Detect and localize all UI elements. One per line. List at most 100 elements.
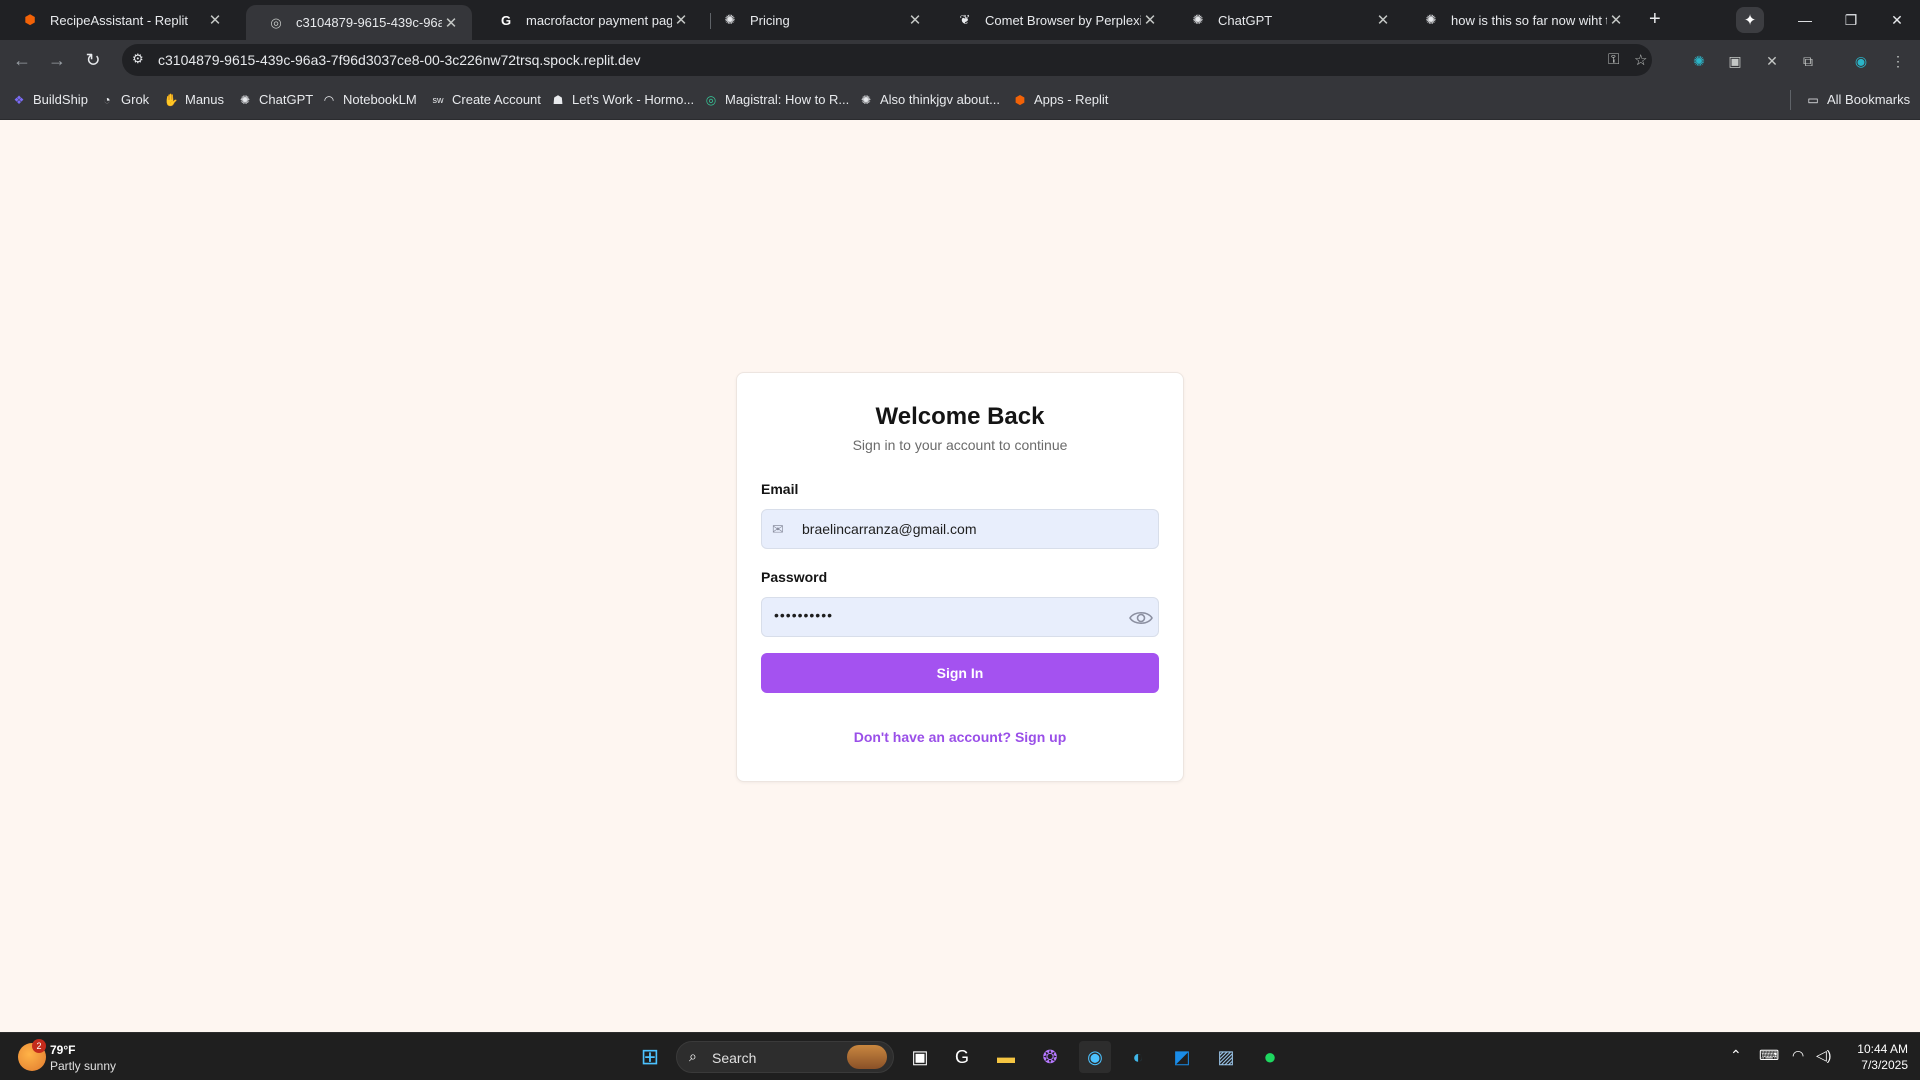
bookmark-create-account[interactable]: sw Create Account — [431, 92, 541, 107]
replit-icon: ⬢ — [24, 12, 36, 27]
bookmark-label: Let's Work - Hormo... — [572, 92, 695, 107]
tab-title: ChatGPT — [1218, 12, 1273, 28]
reload-icon[interactable]: ↻ — [81, 48, 105, 72]
edge-icon[interactable]: ◐ — [1122, 1041, 1154, 1073]
bookmark-manus[interactable]: ✋ Manus — [163, 92, 225, 107]
browser-toolbar: ← → ↻ ⚙ c3104879-9615-439c-96a3-7f96d303… — [0, 40, 1920, 80]
openai-icon: ✺ — [1425, 12, 1437, 27]
keyboard-icon[interactable]: ⌨ — [1759, 1047, 1779, 1064]
back-icon[interactable]: ← — [10, 48, 34, 72]
bookmark-label: BuildShip — [33, 92, 88, 107]
forward-icon[interactable]: → — [45, 48, 69, 72]
spotify-icon[interactable]: ● — [1254, 1041, 1286, 1073]
close-icon[interactable]: ✕ — [442, 14, 460, 32]
email-value[interactable]: braelincarranza@gmail.com — [802, 521, 977, 537]
search-label: Search — [712, 1050, 757, 1066]
notebooklm-icon: ◠ — [323, 92, 335, 107]
bookmark-star-icon[interactable]: ☆ — [1634, 51, 1647, 69]
copilot-icon[interactable]: ❂ — [1034, 1041, 1066, 1073]
minimize-icon[interactable]: — — [1782, 0, 1828, 40]
bookmark-notebooklm[interactable]: ◠ NotebookLM — [322, 92, 417, 107]
taskbar-clock[interactable]: 10:44 AM 7/3/2025 — [1836, 1041, 1908, 1073]
close-icon[interactable]: ✕ — [206, 11, 224, 29]
chrome-icon[interactable]: ◉ — [1079, 1041, 1111, 1073]
clock-time: 10:44 AM — [1857, 1042, 1908, 1056]
bookmark-label: Also thinkjgv about... — [880, 92, 1000, 107]
tab-active-replit-dev[interactable]: ◎ c3104879-9615-439c-96a3-7f96d3037ce8-0… — [246, 5, 472, 40]
address-bar[interactable]: ⚙ c3104879-9615-439c-96a3-7f96d3037ce8-0… — [122, 44, 1652, 76]
password-field[interactable]: •••••••••• — [761, 597, 1159, 637]
close-icon[interactable]: ✕ — [1374, 11, 1392, 29]
weather-temperature[interactable]: 79°F — [50, 1043, 75, 1057]
logitech-icon[interactable]: G — [946, 1041, 978, 1073]
all-bookmarks-label: All Bookmarks — [1827, 92, 1911, 107]
restore-icon[interactable]: ❐ — [1828, 0, 1874, 40]
close-icon[interactable]: ✕ — [1607, 11, 1625, 29]
profile-avatar-icon[interactable]: ◉ — [1851, 51, 1871, 71]
weather-condition[interactable]: Partly sunny — [50, 1059, 116, 1073]
openai-icon: ✺ — [860, 92, 872, 107]
sign-up-link[interactable]: Don't have an account? Sign up — [737, 729, 1183, 745]
close-icon[interactable]: ✕ — [1141, 11, 1159, 29]
taskbar-search[interactable]: ⌕ Search — [676, 1041, 894, 1073]
all-bookmarks[interactable]: ▭ All Bookmarks — [1806, 92, 1910, 107]
mail-icon: ✉ — [772, 521, 784, 537]
bookmark-apps-replit[interactable]: ⬢ Apps - Replit — [1013, 92, 1109, 107]
file-explorer-icon[interactable]: ▬ — [990, 1041, 1022, 1073]
tab-title: macrofactor payment page - Google Search — [526, 12, 672, 28]
close-icon[interactable]: ✕ — [906, 11, 924, 29]
volume-icon[interactable]: ◁) — [1816, 1047, 1831, 1064]
window-close-icon[interactable]: ✕ — [1874, 0, 1920, 40]
eye-icon[interactable] — [1128, 607, 1154, 629]
tab-chatgpt-conversation[interactable]: ✺ how is this so far now wiht the ✕ — [1401, 4, 1637, 36]
page-subtitle: Sign in to your account to continue — [852, 437, 1068, 453]
tray-chevron-up-icon[interactable]: ⌃ — [1730, 1047, 1742, 1064]
outlook-icon[interactable]: ◩ — [1166, 1041, 1198, 1073]
tab-title: RecipeAssistant - Replit — [50, 12, 188, 28]
tab-recipeassistant[interactable]: ⬢ RecipeAssistant - Replit ✕ — [0, 4, 236, 36]
bookmarks-bar: ❖ BuildShip ◔ Grok ✋ Manus ✺ ChatGPT ◠ Notebo… — [0, 80, 1920, 120]
new-tab-icon[interactable]: + — [1649, 8, 1661, 31]
extension-icon[interactable]: ✺ — [1689, 51, 1709, 71]
task-view-icon[interactable]: ▣ — [904, 1041, 936, 1073]
bookmark-grok[interactable]: ◔ Grok — [100, 92, 149, 107]
extensions-puzzle-icon[interactable]: ⧉ — [1798, 51, 1818, 71]
windows-start-icon[interactable]: ⊞ — [634, 1041, 666, 1073]
url-text[interactable]: c3104879-9615-439c-96a3-7f96d3037ce8-00-… — [158, 52, 641, 68]
tab-title: Comet Browser by Perplexity — [985, 12, 1141, 28]
magistral-icon: ◎ — [705, 92, 717, 107]
sparkle-icon[interactable]: ✦ — [1736, 7, 1764, 33]
page-content: Welcome Back Sign in to your account to … — [0, 120, 1920, 1032]
bookmark-lets-work[interactable]: ☗ Let's Work - Hormo... — [551, 92, 695, 107]
email-field[interactable]: ✉ braelincarranza@gmail.com — [761, 509, 1159, 549]
bookmark-buildship[interactable]: ❖ BuildShip — [12, 92, 88, 107]
photos-icon[interactable]: ▨ — [1210, 1041, 1242, 1073]
bookmark-label: Manus — [185, 92, 225, 107]
login-card: Welcome Back Sign in to your account to … — [736, 372, 1184, 782]
password-value[interactable]: •••••••••• — [774, 607, 833, 623]
sign-in-button[interactable]: Sign In — [761, 653, 1159, 693]
bookmark-also-think[interactable]: ✺ Also thinkjgv about... — [859, 92, 1000, 107]
wifi-icon[interactable]: ◠ — [1792, 1047, 1804, 1064]
bookmark-label: ChatGPT — [259, 92, 314, 107]
tab-comet-browser[interactable]: ❦ Comet Browser by Perplexity ✕ — [935, 4, 1171, 36]
key-icon[interactable]: ⚿ — [1608, 51, 1619, 68]
openai-icon: ✺ — [1192, 12, 1204, 27]
bookmark-magistral[interactable]: ◎ Magistral: How to R... — [704, 92, 850, 107]
search-icon: ⌕ — [689, 1048, 697, 1064]
tab-pricing[interactable]: ✺ Pricing ✕ — [700, 4, 936, 36]
site-settings-icon[interactable]: ⚙ — [132, 51, 144, 67]
openai-icon: ✺ — [239, 92, 251, 107]
tab-google-search[interactable]: G macrofactor payment page - Google Sear… — [476, 4, 702, 36]
menu-kebab-icon[interactable]: ⋮ — [1888, 51, 1908, 71]
close-icon[interactable]: ✕ — [672, 11, 690, 29]
extension-icon[interactable]: ✕ — [1762, 51, 1782, 71]
manus-icon: ✋ — [163, 92, 179, 107]
bookmark-label: NotebookLM — [343, 92, 417, 107]
grok-icon: ◔ — [103, 92, 111, 107]
email-label: Email — [761, 481, 799, 497]
tab-chatgpt[interactable]: ✺ ChatGPT ✕ — [1168, 4, 1404, 36]
bookmark-chatgpt[interactable]: ✺ ChatGPT — [238, 92, 313, 107]
extension-icon[interactable]: ▣ — [1725, 51, 1745, 71]
clock-date: 7/3/2025 — [1861, 1058, 1908, 1072]
